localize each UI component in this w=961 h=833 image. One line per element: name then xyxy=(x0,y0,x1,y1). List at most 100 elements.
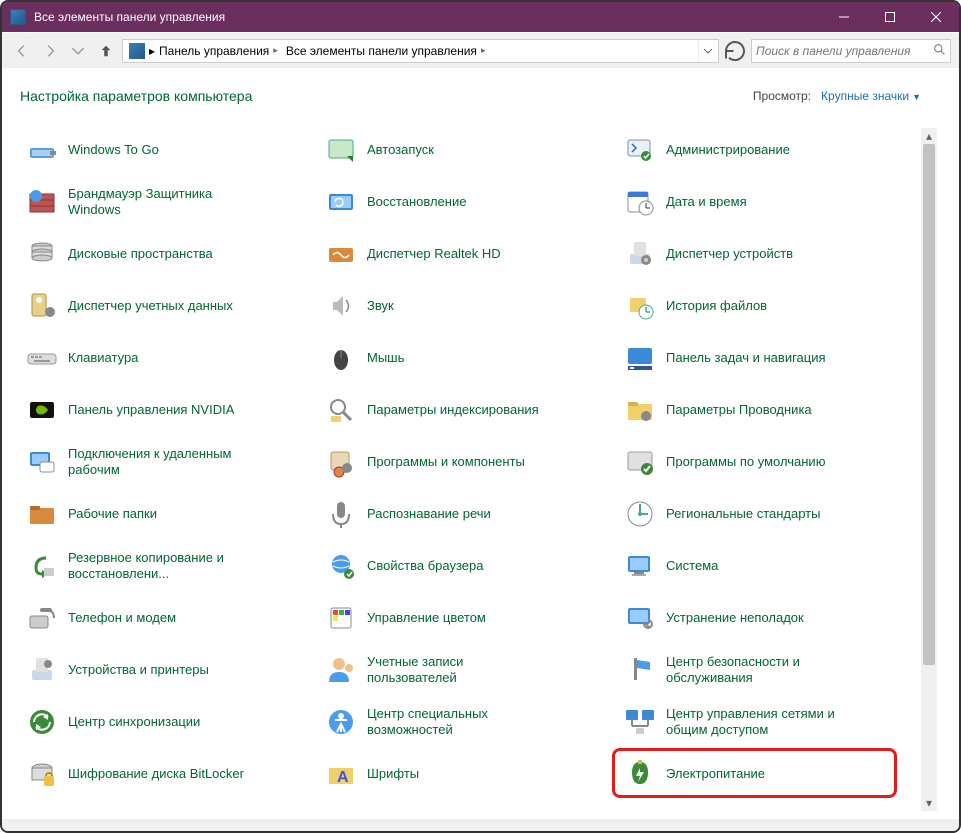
datetime-icon xyxy=(624,186,656,218)
fonts-icon xyxy=(325,758,357,790)
cp-item-filehist[interactable]: История файлов xyxy=(618,284,913,328)
cp-item-indexing[interactable]: Параметры индексирования xyxy=(319,388,614,432)
cp-item-taskbar[interactable]: Панель задач и навигация xyxy=(618,336,913,380)
cp-item-system[interactable]: Система xyxy=(618,544,913,588)
cp-item-fonts[interactable]: Шрифты xyxy=(319,752,614,796)
keyboard-icon xyxy=(26,342,58,374)
chevron-right-icon: ▸ xyxy=(481,45,486,56)
nvidia-icon xyxy=(26,394,58,426)
refresh-button[interactable] xyxy=(723,39,747,63)
maximize-button[interactable] xyxy=(867,2,913,32)
phone-icon xyxy=(26,602,58,634)
view-dropdown[interactable]: Крупные значки▼ xyxy=(821,89,921,103)
back-button[interactable] xyxy=(10,39,34,63)
cp-item-storage[interactable]: Дисковые пространства xyxy=(20,232,315,276)
cp-item-label: Мышь xyxy=(367,350,404,366)
cp-item-recovery[interactable]: Восстановление xyxy=(319,180,614,224)
cp-item-power[interactable]: Электропитание xyxy=(618,752,913,796)
address-bar[interactable]: ▸ Панель управления▸ Все элементы панели… xyxy=(122,39,719,63)
cp-item-label: Система xyxy=(666,558,718,574)
cp-item-label: Программы и компоненты xyxy=(367,454,525,470)
cp-item-label: Центр безопасности и обслуживания xyxy=(666,654,846,687)
cp-item-datetime[interactable]: Дата и время xyxy=(618,180,913,224)
cp-item-label: Звук xyxy=(367,298,394,314)
cp-item-backup[interactable]: Резервное копирование и восстановлени... xyxy=(20,544,315,588)
scroll-down-button[interactable]: ▾ xyxy=(921,795,937,811)
cp-item-firewall[interactable]: Брандмауэр Защитника Windows xyxy=(20,180,315,224)
cp-item-speech[interactable]: Распознавание речи xyxy=(319,492,614,536)
cp-item-label: Центр синхронизации xyxy=(68,714,200,730)
cp-item-label: Центр специальных возможностей xyxy=(367,706,547,739)
cp-item-credmgr[interactable]: Диспетчер учетных данных xyxy=(20,284,315,328)
devmgr-icon xyxy=(624,238,656,270)
region-icon xyxy=(624,498,656,530)
breadcrumb-current[interactable]: Все элементы панели управления▸ xyxy=(282,40,490,62)
address-dropdown[interactable] xyxy=(698,40,716,62)
cp-item-label: Рабочие папки xyxy=(68,506,157,522)
cp-item-users[interactable]: Учетные записи пользователей xyxy=(319,648,614,692)
title-bar: Все элементы панели управления xyxy=(2,2,959,32)
cp-item-mouse[interactable]: Мышь xyxy=(319,336,614,380)
cp-item-label: История файлов xyxy=(666,298,767,314)
cp-item-nvidia[interactable]: Панель управления NVIDIA xyxy=(20,388,315,432)
recent-dropdown[interactable] xyxy=(66,39,90,63)
filehist-icon xyxy=(624,290,656,322)
mouse-icon xyxy=(325,342,357,374)
cp-item-devmgr[interactable]: Диспетчер устройств xyxy=(618,232,913,276)
search-icon xyxy=(933,43,946,59)
cp-item-label: Параметры Проводника xyxy=(666,402,812,418)
cp-item-devices[interactable]: Устройства и принтеры xyxy=(20,648,315,692)
cp-item-defaults[interactable]: Программы по умолчанию xyxy=(618,440,913,484)
cp-item-label: Панель управления NVIDIA xyxy=(68,402,234,418)
cp-item-remote[interactable]: Подключения к удаленным рабочим xyxy=(20,440,315,484)
search-box[interactable] xyxy=(751,39,951,63)
breadcrumb-root[interactable]: Панель управления▸ xyxy=(155,40,282,62)
cp-item-label: Центр управления сетями и общим доступом xyxy=(666,706,846,739)
cp-item-region[interactable]: Региональные стандарты xyxy=(618,492,913,536)
cp-item-label: Учетные записи пользователей xyxy=(367,654,547,687)
scrollbar[interactable]: ▴ ▾ xyxy=(921,128,937,811)
indexing-icon xyxy=(325,394,357,426)
cp-item-color[interactable]: Управление цветом xyxy=(319,596,614,640)
credmgr-icon xyxy=(26,290,58,322)
cp-item-autoplay[interactable]: Автозапуск xyxy=(319,128,614,172)
app-icon xyxy=(10,9,26,25)
security-icon xyxy=(624,654,656,686)
cp-item-sync[interactable]: Центр синхронизации xyxy=(20,700,315,744)
cp-item-label: Электропитание xyxy=(666,766,765,782)
cp-item-security[interactable]: Центр безопасности и обслуживания xyxy=(618,648,913,692)
realtek-icon xyxy=(325,238,357,270)
cp-item-label: Администрирование xyxy=(666,142,790,158)
sound-icon xyxy=(325,290,357,322)
cp-item-network[interactable]: Центр управления сетями и общим доступом xyxy=(618,700,913,744)
minimize-button[interactable] xyxy=(821,2,867,32)
up-button[interactable] xyxy=(94,39,118,63)
cp-item-explorer[interactable]: Параметры Проводника xyxy=(618,388,913,432)
close-button[interactable] xyxy=(913,2,959,32)
storage-icon xyxy=(26,238,58,270)
cp-item-keyboard[interactable]: Клавиатура xyxy=(20,336,315,380)
cp-item-troubleshoot[interactable]: Устранение неполадок xyxy=(618,596,913,640)
cp-item-label: Региональные стандарты xyxy=(666,506,820,522)
cp-item-sound[interactable]: Звук xyxy=(319,284,614,328)
search-input[interactable] xyxy=(756,44,933,58)
cp-item-phone[interactable]: Телефон и модем xyxy=(20,596,315,640)
window-title: Все элементы панели управления xyxy=(34,10,821,24)
forward-button[interactable] xyxy=(38,39,62,63)
cp-item-label: Клавиатура xyxy=(68,350,138,366)
cp-item-realtek[interactable]: Диспетчер Realtek HD xyxy=(319,232,614,276)
scroll-thumb[interactable] xyxy=(923,144,935,665)
cp-item-inetopt[interactable]: Свойства браузера xyxy=(319,544,614,588)
defaults-icon xyxy=(624,446,656,478)
backup-icon xyxy=(26,550,58,582)
cp-item-ease[interactable]: Центр специальных возможностей xyxy=(319,700,614,744)
cp-item-workfolders[interactable]: Рабочие папки xyxy=(20,492,315,536)
cp-item-admin[interactable]: Администрирование xyxy=(618,128,913,172)
cp-item-usb[interactable]: Windows To Go xyxy=(20,128,315,172)
cp-item-bitlocker[interactable]: Шифрование диска BitLocker xyxy=(20,752,315,796)
scroll-up-button[interactable]: ▴ xyxy=(921,128,937,144)
cp-item-label: Шрифты xyxy=(367,766,419,782)
usb-icon xyxy=(26,134,58,166)
items-grid: Windows To GoАвтозапуск Администрирование… xyxy=(20,128,941,796)
cp-item-programs[interactable]: Программы и компоненты xyxy=(319,440,614,484)
